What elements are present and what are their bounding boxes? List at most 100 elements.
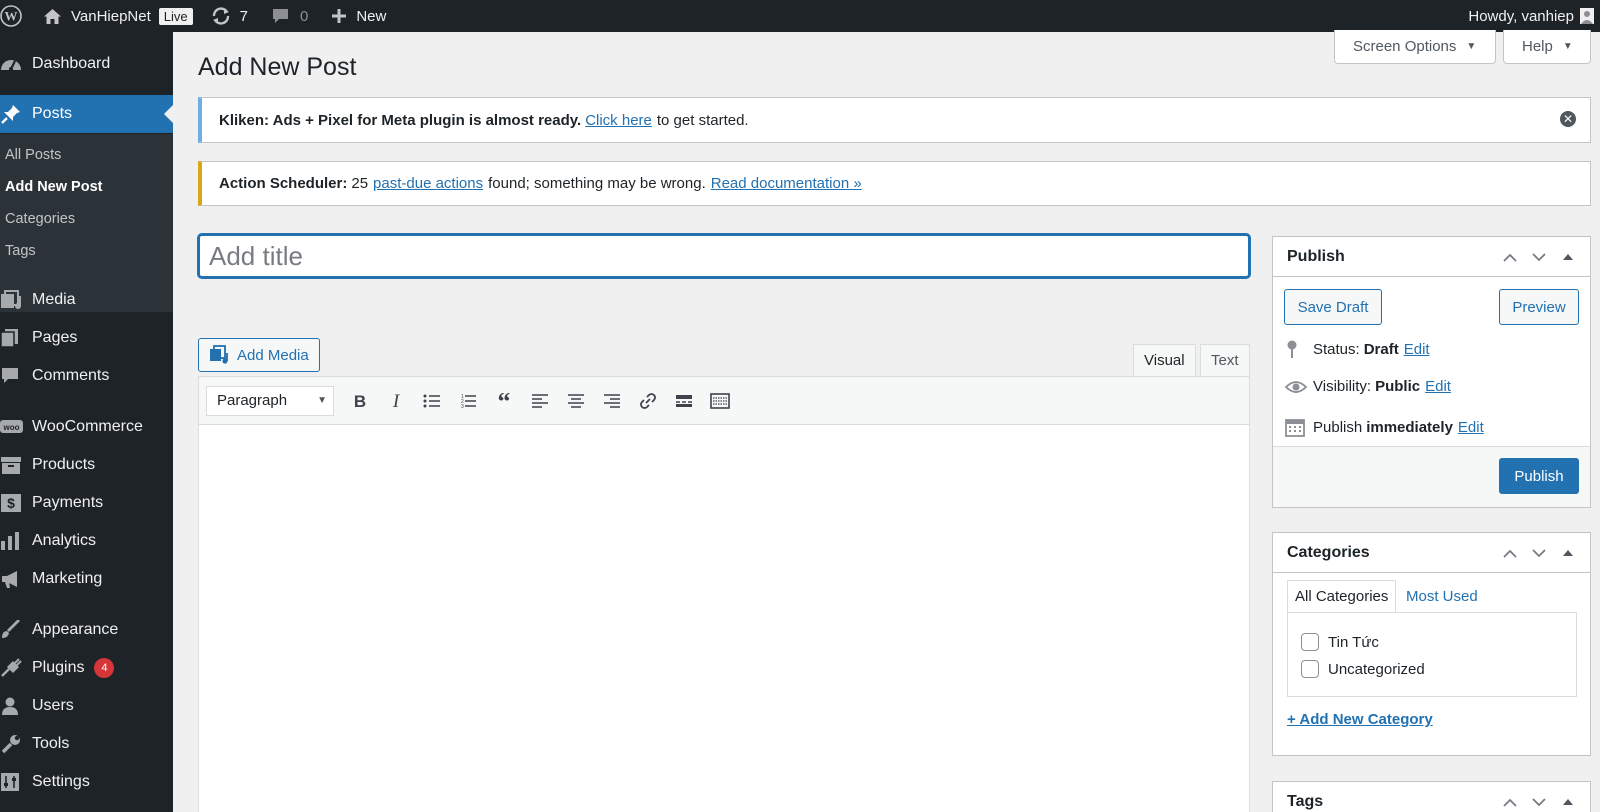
click-here-link[interactable]: Click here (585, 112, 652, 129)
dashboard-icon (0, 54, 32, 74)
sidebar-item-media[interactable]: Media (0, 281, 173, 319)
tab-all-categories[interactable]: All Categories (1287, 580, 1397, 613)
move-down-icon[interactable] (1524, 548, 1553, 558)
admin-bar: W VanHiepNet Live 7 0 New Howdy, vanhiep (0, 0, 1600, 32)
past-due-actions-link[interactable]: past-due actions (373, 175, 483, 192)
save-draft-button[interactable]: Save Draft (1284, 289, 1382, 325)
sidebar-item-woocommerce[interactable]: woo WooCommerce (0, 408, 173, 446)
tags-box-header: Tags (1273, 782, 1590, 812)
site-name: VanHiepNet (71, 7, 151, 25)
move-down-icon[interactable] (1524, 252, 1553, 262)
preview-button[interactable]: Preview (1499, 289, 1579, 325)
format-select-value: Paragraph (217, 392, 288, 409)
link-icon[interactable] (630, 386, 666, 416)
tab-most-used[interactable]: Most Used (1399, 580, 1485, 613)
help-button[interactable]: Help ▼ (1503, 30, 1591, 64)
updates-link[interactable]: 7 (202, 0, 257, 32)
categories-checklist: Tin Tức Uncategorized (1287, 612, 1577, 697)
submenu-tags[interactable]: Tags (5, 243, 36, 259)
new-content-link[interactable]: New (317, 0, 395, 32)
sidebar-item-pages[interactable]: Pages (0, 319, 173, 357)
visibility-row: Visibility: Public Edit (1285, 378, 1451, 395)
add-media-button[interactable]: Add Media (198, 338, 320, 372)
category-checkbox[interactable] (1301, 633, 1319, 651)
toolbar-toggle-icon[interactable] (702, 386, 738, 416)
caret-down-icon: ▼ (1562, 41, 1573, 52)
category-checkbox[interactable] (1301, 660, 1319, 678)
edit-visibility-link[interactable]: Edit (1425, 378, 1451, 395)
sidebar-item-settings[interactable]: Settings (0, 763, 173, 801)
edit-status-link[interactable]: Edit (1404, 341, 1430, 358)
submenu-add-new-post[interactable]: Add New Post (5, 179, 102, 195)
collapse-icon[interactable] (1553, 799, 1582, 805)
format-select[interactable]: Paragraph ▼ (206, 385, 334, 416)
sidebar-item-plugins[interactable]: Plugins 4 (0, 649, 173, 687)
category-item[interactable]: Uncategorized (1301, 660, 1425, 678)
add-media-icon (209, 345, 229, 365)
read-documentation-link[interactable]: Read documentation » (711, 175, 862, 192)
move-down-icon[interactable] (1524, 797, 1553, 807)
notice-text: to get started. (656, 111, 749, 129)
sidebar-item-tools[interactable]: Tools (0, 725, 173, 763)
align-right-icon[interactable] (594, 386, 630, 416)
categories-box: Categories All Categories Most Used Tin … (1272, 532, 1591, 756)
screen-options-button[interactable]: Screen Options ▼ (1334, 30, 1496, 64)
status-value: Draft (1363, 340, 1399, 358)
content-editor: Paragraph ▼ B I 123 “ (198, 376, 1250, 812)
category-item[interactable]: Tin Tức (1301, 633, 1379, 651)
tab-text[interactable]: Text (1200, 344, 1250, 377)
move-up-icon[interactable] (1495, 798, 1524, 807)
collapse-icon[interactable] (1553, 254, 1582, 260)
sidebar-item-appearance[interactable]: Appearance (0, 611, 173, 649)
sidebar-item-payments[interactable]: $ Payments (0, 484, 173, 522)
sidebar-item-users[interactable]: Users (0, 687, 173, 725)
comments-count: 0 (299, 7, 309, 25)
edit-publish-date-link[interactable]: Edit (1458, 419, 1484, 436)
svg-text:“: “ (498, 393, 511, 409)
sidebar-item-analytics[interactable]: Analytics (0, 522, 173, 560)
submenu-all-posts[interactable]: All Posts (5, 147, 61, 163)
user-icon (0, 696, 32, 716)
woo-icon: woo (0, 418, 32, 436)
submenu-categories[interactable]: Categories (5, 211, 75, 227)
dismiss-icon[interactable]: ✕ (1560, 111, 1576, 127)
comment-icon (0, 366, 32, 386)
move-up-icon[interactable] (1495, 253, 1524, 262)
post-title-input[interactable] (198, 234, 1250, 278)
sidebar-item-comments[interactable]: Comments (0, 357, 173, 395)
sidebar-item-label: Dashboard (32, 55, 111, 72)
eye-icon (1285, 379, 1313, 395)
align-center-icon[interactable] (558, 386, 594, 416)
publish-date-value: immediately (1366, 418, 1453, 436)
caret-down-icon: ▼ (317, 395, 327, 406)
bulleted-list-icon[interactable] (414, 386, 450, 416)
add-new-category-link[interactable]: + Add New Category (1287, 711, 1433, 728)
numbered-list-icon[interactable]: 123 (450, 386, 486, 416)
sidebar-item-label: Payments (32, 494, 104, 511)
publish-button[interactable]: Publish (1499, 458, 1579, 494)
collapse-icon[interactable] (1553, 550, 1582, 556)
sidebar-item-products[interactable]: Products (0, 446, 173, 484)
blockquote-icon[interactable]: “ (486, 386, 522, 416)
sidebar-item-marketing[interactable]: Marketing (0, 560, 173, 598)
publish-box: Publish Save Draft Preview Status: Draft… (1272, 236, 1591, 508)
my-account-link[interactable]: Howdy, vanhiep (1459, 0, 1594, 32)
sidebar-item-posts[interactable]: Posts (0, 95, 173, 133)
dollar-icon: $ (0, 493, 32, 513)
comments-link[interactable]: 0 (257, 0, 317, 32)
tab-visual[interactable]: Visual (1133, 344, 1196, 377)
move-up-icon[interactable] (1495, 549, 1524, 558)
sidebar-item-dashboard[interactable]: Dashboard (0, 45, 173, 83)
italic-icon[interactable]: I (378, 386, 414, 416)
site-name-link[interactable]: VanHiepNet Live (31, 0, 202, 32)
publish-date-row: Publish immediately Edit (1285, 417, 1484, 437)
read-more-icon[interactable] (666, 386, 702, 416)
align-left-icon[interactable] (522, 386, 558, 416)
bold-icon[interactable]: B (342, 386, 378, 416)
sidebar-item-label: Marketing (32, 570, 103, 587)
sidebar-item-label: Tools (32, 735, 70, 752)
notice-strong-text: Action Scheduler: (219, 175, 348, 192)
media-icon (0, 290, 32, 310)
wordpress-logo-icon[interactable]: W (0, 0, 31, 32)
kliken-notice: Kliken: Ads + Pixel for Meta plugin is a… (198, 97, 1591, 143)
